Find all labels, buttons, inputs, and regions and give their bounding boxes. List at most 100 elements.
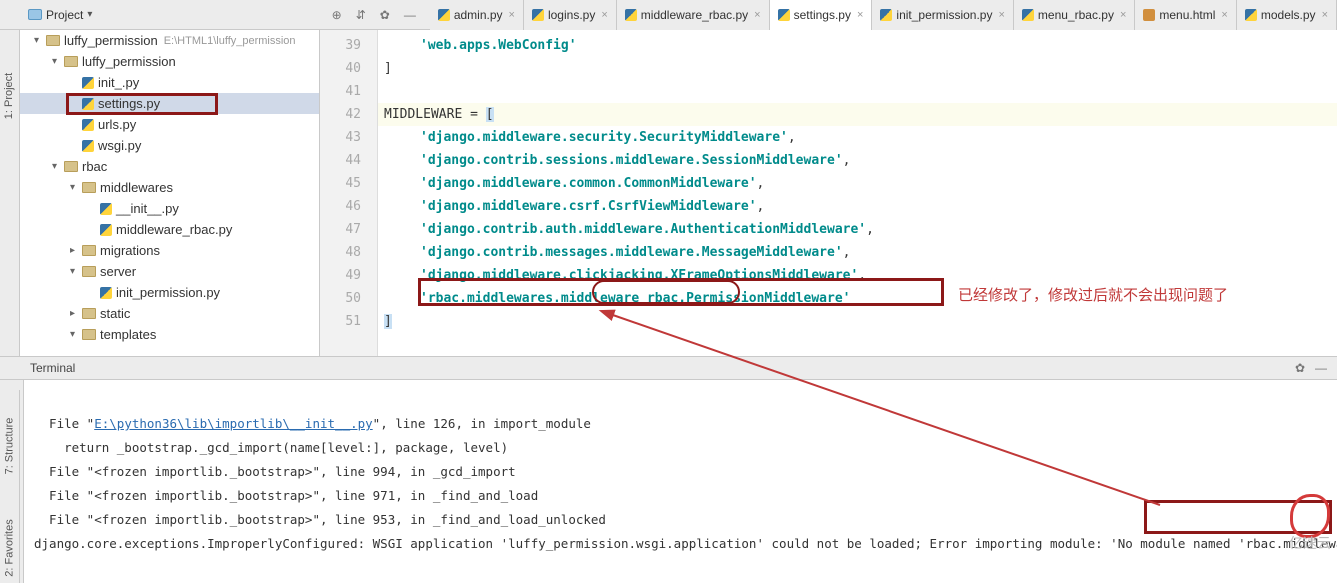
- folder-icon: [64, 161, 78, 172]
- tab-label: settings.py: [794, 8, 851, 22]
- tree-row[interactable]: ▾luffy_permission: [20, 51, 319, 72]
- close-icon[interactable]: ×: [998, 9, 1004, 21]
- left-tool-labels: 7: Structure 2: Favorites: [0, 390, 20, 583]
- tab-label: middleware_rbac.py: [641, 8, 748, 22]
- expand-arrow-icon[interactable]: ▸: [70, 245, 82, 256]
- locate-icon[interactable]: ⊕: [332, 8, 342, 22]
- code-text: ]: [384, 314, 392, 329]
- minimize-icon[interactable]: —: [1315, 361, 1327, 375]
- file-link[interactable]: E:\python36\lib\importlib\__init__.py: [94, 416, 372, 431]
- tree-row[interactable]: ▾luffy_permissionE:\HTML1\luffy_permissi…: [20, 30, 319, 51]
- python-file-icon: [82, 140, 94, 152]
- tree-row[interactable]: ▾server: [20, 261, 319, 282]
- code-area[interactable]: 'web.apps.WebConfig' ] MIDDLEWARE = [ 'd…: [378, 30, 1337, 356]
- editor-tab[interactable]: admin.py ×: [430, 0, 524, 30]
- gear-icon[interactable]: ✿: [380, 8, 390, 22]
- python-file-icon: [100, 203, 112, 215]
- code-text: middleware_rbac.: [561, 291, 686, 306]
- favorites-tool-label[interactable]: 2: Favorites: [4, 519, 16, 576]
- py-file-icon: [532, 9, 544, 21]
- close-icon[interactable]: ×: [1322, 9, 1328, 21]
- folder-icon: [82, 329, 96, 340]
- tree-label: rbac: [82, 159, 107, 174]
- tree-row[interactable]: ▾ templates: [20, 324, 319, 345]
- expand-arrow-icon[interactable]: ▾: [52, 161, 64, 172]
- tree-label: templates: [100, 327, 156, 342]
- close-icon[interactable]: ×: [509, 9, 515, 21]
- tree-row[interactable]: ▾ rbac: [20, 156, 319, 177]
- tree-row[interactable]: ▸ migrations: [20, 240, 319, 261]
- tab-label: models.py: [1261, 8, 1316, 22]
- folder-icon: [82, 245, 96, 256]
- tree-row[interactable]: middleware_rbac.py: [20, 219, 319, 240]
- code-editor[interactable]: 39404142434445464748495051 'web.apps.Web…: [320, 30, 1337, 356]
- expand-arrow-icon[interactable]: ▾: [70, 266, 82, 277]
- line-number: 40: [320, 57, 377, 80]
- editor-tab[interactable]: init_permission.py ×: [872, 0, 1013, 30]
- expand-arrow-icon[interactable]: ▾: [52, 56, 64, 67]
- annotation-text: 已经修改了，修改过后就不会出现问题了: [958, 284, 1228, 305]
- code-text: PermissionMiddleware': [686, 291, 850, 306]
- tree-row[interactable]: ▸static: [20, 303, 319, 324]
- tab-label: menu_rbac.py: [1038, 8, 1114, 22]
- dropdown-icon: ▾: [87, 9, 92, 20]
- terminal-output[interactable]: File "E:\python36\lib\importlib\__init__…: [24, 380, 1337, 583]
- close-icon[interactable]: ×: [1221, 9, 1227, 21]
- py-file-icon: [625, 9, 637, 21]
- close-icon[interactable]: ×: [857, 9, 863, 21]
- python-file-icon: [100, 287, 112, 299]
- collapse-icon[interactable]: ⇵: [356, 8, 366, 22]
- editor-tab[interactable]: logins.py ×: [524, 0, 617, 30]
- expand-arrow-icon[interactable]: ▾: [34, 35, 46, 46]
- folder-icon: [82, 182, 96, 193]
- code-text: ]: [384, 61, 392, 76]
- terminal-header[interactable]: Terminal ✿ —: [0, 356, 1337, 380]
- tree-row[interactable]: init_.py: [20, 72, 319, 93]
- structure-tool-label[interactable]: 7: Structure: [4, 418, 16, 475]
- tab-label: menu.html: [1159, 8, 1215, 22]
- python-file-icon: [82, 77, 94, 89]
- tree-row[interactable]: settings.py: [20, 93, 319, 114]
- gear-icon[interactable]: ✿: [1295, 361, 1305, 375]
- left-gutter-bar: 1: Project: [0, 30, 20, 356]
- line-number: 42: [320, 103, 377, 126]
- project-tool-label[interactable]: 1: Project: [4, 73, 16, 119]
- watermark: 亿速云: [1289, 533, 1331, 553]
- expand-arrow-icon[interactable]: ▾: [70, 329, 82, 340]
- editor-tab[interactable]: models.py ×: [1237, 0, 1337, 30]
- tree-row[interactable]: urls.py: [20, 114, 319, 135]
- close-icon[interactable]: ×: [601, 9, 607, 21]
- tree-label: init_.py: [98, 75, 139, 90]
- line-number: 43: [320, 126, 377, 149]
- editor-tab[interactable]: middleware_rbac.py ×: [617, 0, 770, 30]
- line-number: 50: [320, 287, 377, 310]
- tree-row[interactable]: __init__.py: [20, 198, 319, 219]
- minimize-icon[interactable]: —: [404, 8, 416, 22]
- tab-label: admin.py: [454, 8, 503, 22]
- line-gutter: 39404142434445464748495051: [320, 30, 378, 356]
- line-number: 46: [320, 195, 377, 218]
- python-file-icon: [82, 119, 94, 131]
- folder-icon: [64, 56, 78, 67]
- editor-tab[interactable]: menu.html ×: [1135, 0, 1236, 30]
- project-toolbar: ⊕ ⇵ ✿ —: [332, 8, 416, 22]
- expand-arrow-icon[interactable]: ▾: [70, 182, 82, 193]
- project-tree[interactable]: ▾luffy_permissionE:\HTML1\luffy_permissi…: [20, 30, 320, 356]
- tree-label: __init__.py: [116, 201, 179, 216]
- tree-row[interactable]: init_permission.py: [20, 282, 319, 303]
- tree-row[interactable]: wsgi.py: [20, 135, 319, 156]
- tree-label: wsgi.py: [98, 138, 141, 153]
- editor-tab[interactable]: settings.py ×: [770, 0, 873, 30]
- tree-label: middlewares: [100, 180, 173, 195]
- close-icon[interactable]: ×: [1120, 9, 1126, 21]
- tab-label: init_permission.py: [896, 8, 992, 22]
- editor-tab[interactable]: menu_rbac.py ×: [1014, 0, 1135, 30]
- project-selector[interactable]: Project ▾: [0, 8, 98, 22]
- tab-label: logins.py: [548, 8, 595, 22]
- html-file-icon: [1143, 9, 1155, 21]
- expand-arrow-icon[interactable]: ▸: [70, 308, 82, 319]
- tree-row[interactable]: ▾ middlewares: [20, 177, 319, 198]
- code-text: 'django.contrib.auth.middleware.Authenti…: [420, 222, 866, 237]
- tree-label: migrations: [100, 243, 160, 258]
- close-icon[interactable]: ×: [754, 9, 760, 21]
